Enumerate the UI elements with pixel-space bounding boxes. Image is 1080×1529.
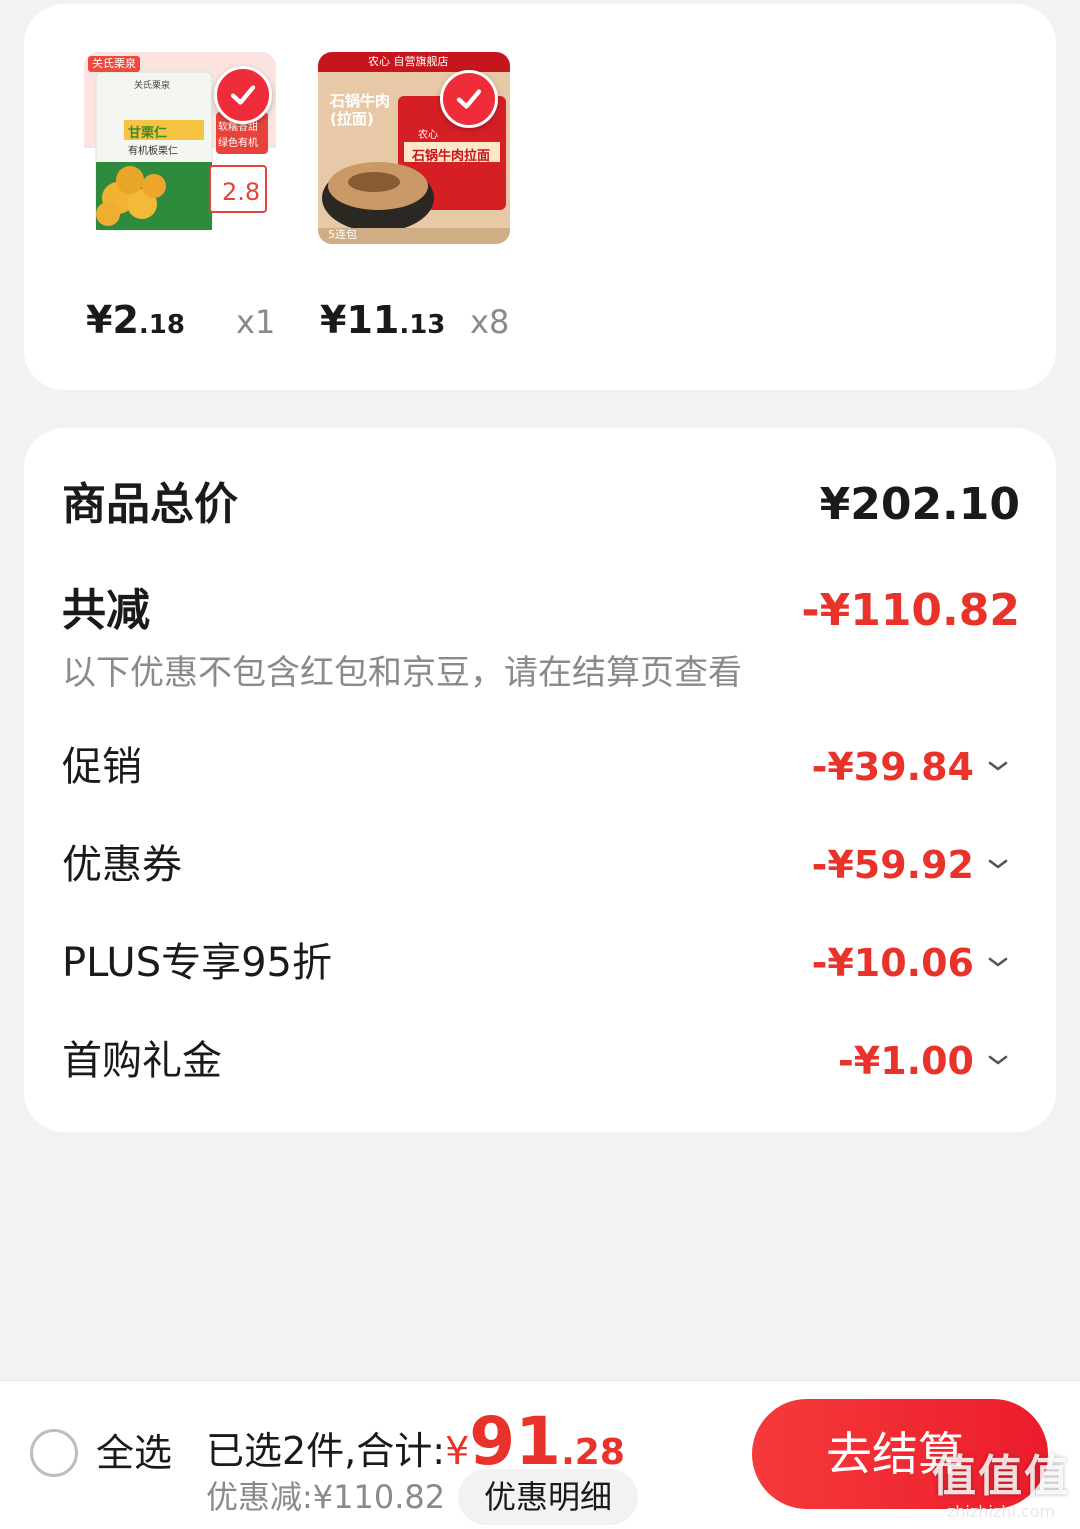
product-image-text: 有机板栗仁	[128, 146, 178, 157]
discount-value: -¥59.92	[811, 843, 974, 887]
watermark-site: zhizhizhi.com	[946, 1502, 1056, 1521]
discount-detail-button[interactable]: 优惠明细	[458, 1469, 638, 1525]
product-image-text: 5连包	[328, 228, 357, 241]
checkmark-icon	[456, 89, 482, 109]
discount-label: 优惠券	[62, 842, 182, 888]
price-integer: ¥2	[86, 298, 139, 342]
selected-count-text: 已选2件,合计:	[206, 1429, 446, 1473]
chevron-down-icon[interactable]	[986, 1048, 1010, 1072]
chevron-down-icon[interactable]	[986, 852, 1010, 876]
watermark-logo: 值值值	[932, 1451, 1070, 1502]
watermark: 值值值 zhizhizhi.com	[932, 1451, 1070, 1521]
product-image-text: 2.8	[222, 178, 261, 206]
selected-products-card: 关氏栗泉 关氏栗泉 甘栗仁 有机板栗仁 软糯香甜 绿色有机 2.8 农心 自营旗…	[24, 4, 1056, 390]
total-decimal: .28	[561, 1432, 625, 1473]
select-all-label[interactable]: 全选	[96, 1429, 172, 1477]
product-image-text: 绿色有机	[218, 138, 258, 149]
currency-symbol: ¥	[445, 1429, 470, 1473]
product-quantity: x1	[236, 303, 276, 341]
chevron-down-icon[interactable]	[986, 754, 1010, 778]
select-all-radio[interactable]	[30, 1429, 78, 1477]
product-quantity: x8	[470, 303, 510, 341]
product-image-text: 石锅牛肉拉面	[412, 149, 491, 164]
discount-label: 促销	[62, 744, 142, 790]
selected-check-icon[interactable]	[440, 70, 498, 128]
product-image-text: 关氏栗泉	[134, 81, 171, 91]
brand-tag: 农心 自营旗舰店	[368, 55, 449, 68]
price-integer: ¥11	[320, 298, 400, 342]
checkout-bar: 全选 已选2件,合计:¥91.28 优惠减:¥110.82 优惠明细 去结算 值…	[0, 1380, 1080, 1529]
discount-value: -¥1.00	[838, 1039, 974, 1083]
discount-summary: 优惠减:¥110.82	[206, 1478, 446, 1516]
price-summary-card: 商品总价 ¥202.10 共减 -¥110.82 以下优惠不包含红包和京豆，请在…	[24, 428, 1056, 1132]
product-image-text: (拉面)	[330, 110, 374, 128]
checkmark-icon	[230, 85, 256, 105]
chevron-down-icon[interactable]	[986, 950, 1010, 974]
discount-note: 以下优惠不包含红包和京豆，请在结算页查看	[62, 653, 742, 693]
discount-label: 首购礼金	[62, 1038, 222, 1084]
brand-tag: 关氏栗泉	[88, 56, 140, 72]
product-image-chestnut[interactable]: 关氏栗泉 关氏栗泉 甘栗仁 有机板栗仁 软糯香甜 绿色有机 2.8	[84, 52, 276, 244]
product-price: ¥11.13	[320, 298, 445, 347]
total-price-label: 商品总价	[62, 479, 238, 530]
price-decimal: .18	[138, 310, 185, 340]
product-image-ramen[interactable]: 农心 自营旗舰店 石锅牛肉 (拉面) 农心 石锅牛肉拉面 5连包	[318, 52, 510, 244]
product-image-text: 农心	[418, 130, 438, 141]
product-price: ¥2.18	[86, 298, 185, 347]
discount-value: -¥39.84	[811, 745, 974, 789]
selected-check-icon[interactable]	[214, 66, 272, 124]
discount-label: PLUS专享95折	[62, 940, 332, 986]
total-reduce-value: -¥110.82	[801, 585, 1020, 636]
price-decimal: .13	[399, 310, 446, 340]
product-image-text: 甘栗仁	[128, 126, 168, 141]
total-reduce-label: 共减	[62, 585, 150, 636]
total-price-value: ¥202.10	[819, 479, 1020, 530]
discount-value: -¥10.06	[811, 941, 974, 985]
